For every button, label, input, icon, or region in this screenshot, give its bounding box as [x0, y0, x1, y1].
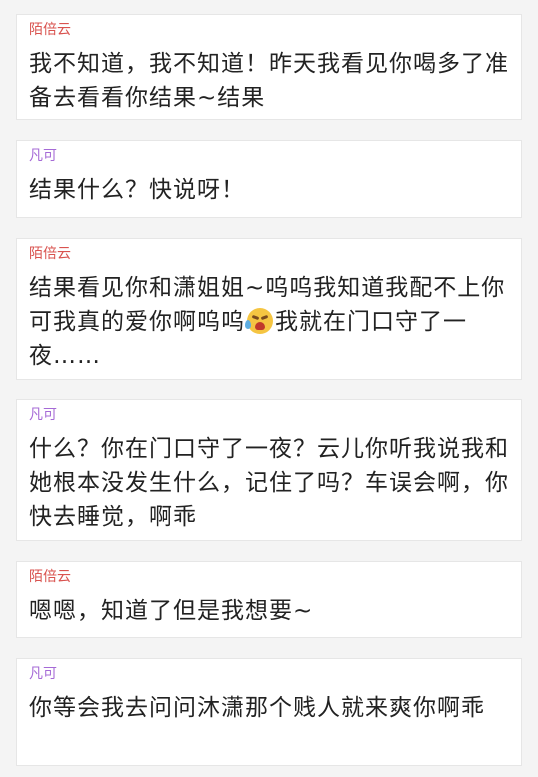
message-text: 结果看见你和潇姐姐~呜呜我知道我配不上你可我真的爱你啊呜呜 我就在门口守了一夜…… [29, 271, 509, 373]
speaker-name: 陌倍云 [29, 246, 71, 262]
chat-message-card: 陌倍云 嗯嗯，知道了但是我想要~ [16, 561, 522, 638]
chat-message-card: 凡可 结果什么？快说呀！ [16, 140, 522, 218]
message-text: 嗯嗯，知道了但是我想要~ [29, 598, 314, 624]
crying-face-icon [245, 308, 273, 334]
speaker-name: 凡可 [29, 407, 57, 423]
speaker-name: 凡可 [29, 666, 57, 682]
message-text: 什么？你在门口守了一夜？云儿你听我说我和她根本没发生什么，记住了吗？车误会啊，你… [29, 436, 509, 530]
chat-message-card: 凡可 你等会我去问问沐潇那个贱人就来爽你啊乖 [16, 658, 522, 766]
message-text: 你等会我去问问沐潇那个贱人就来爽你啊乖 [29, 695, 485, 721]
message-text: 我不知道，我不知道！昨天我看见你喝多了准备去看看你结果~结果 [29, 51, 509, 111]
speaker-name: 陌倍云 [29, 22, 71, 38]
speaker-name: 凡可 [29, 148, 57, 164]
message-text: 结果什么？快说呀！ [29, 177, 245, 203]
speaker-name: 陌倍云 [29, 569, 71, 585]
chat-message-card: 陌倍云 结果看见你和潇姐姐~呜呜我知道我配不上你可我真的爱你啊呜呜 我就在门口守了… [16, 238, 522, 380]
chat-message-card: 凡可 什么？你在门口守了一夜？云儿你听我说我和她根本没发生什么，记住了吗？车误会… [16, 399, 522, 541]
chat-message-card: 陌倍云 我不知道，我不知道！昨天我看见你喝多了准备去看看你结果~结果 [16, 14, 522, 120]
